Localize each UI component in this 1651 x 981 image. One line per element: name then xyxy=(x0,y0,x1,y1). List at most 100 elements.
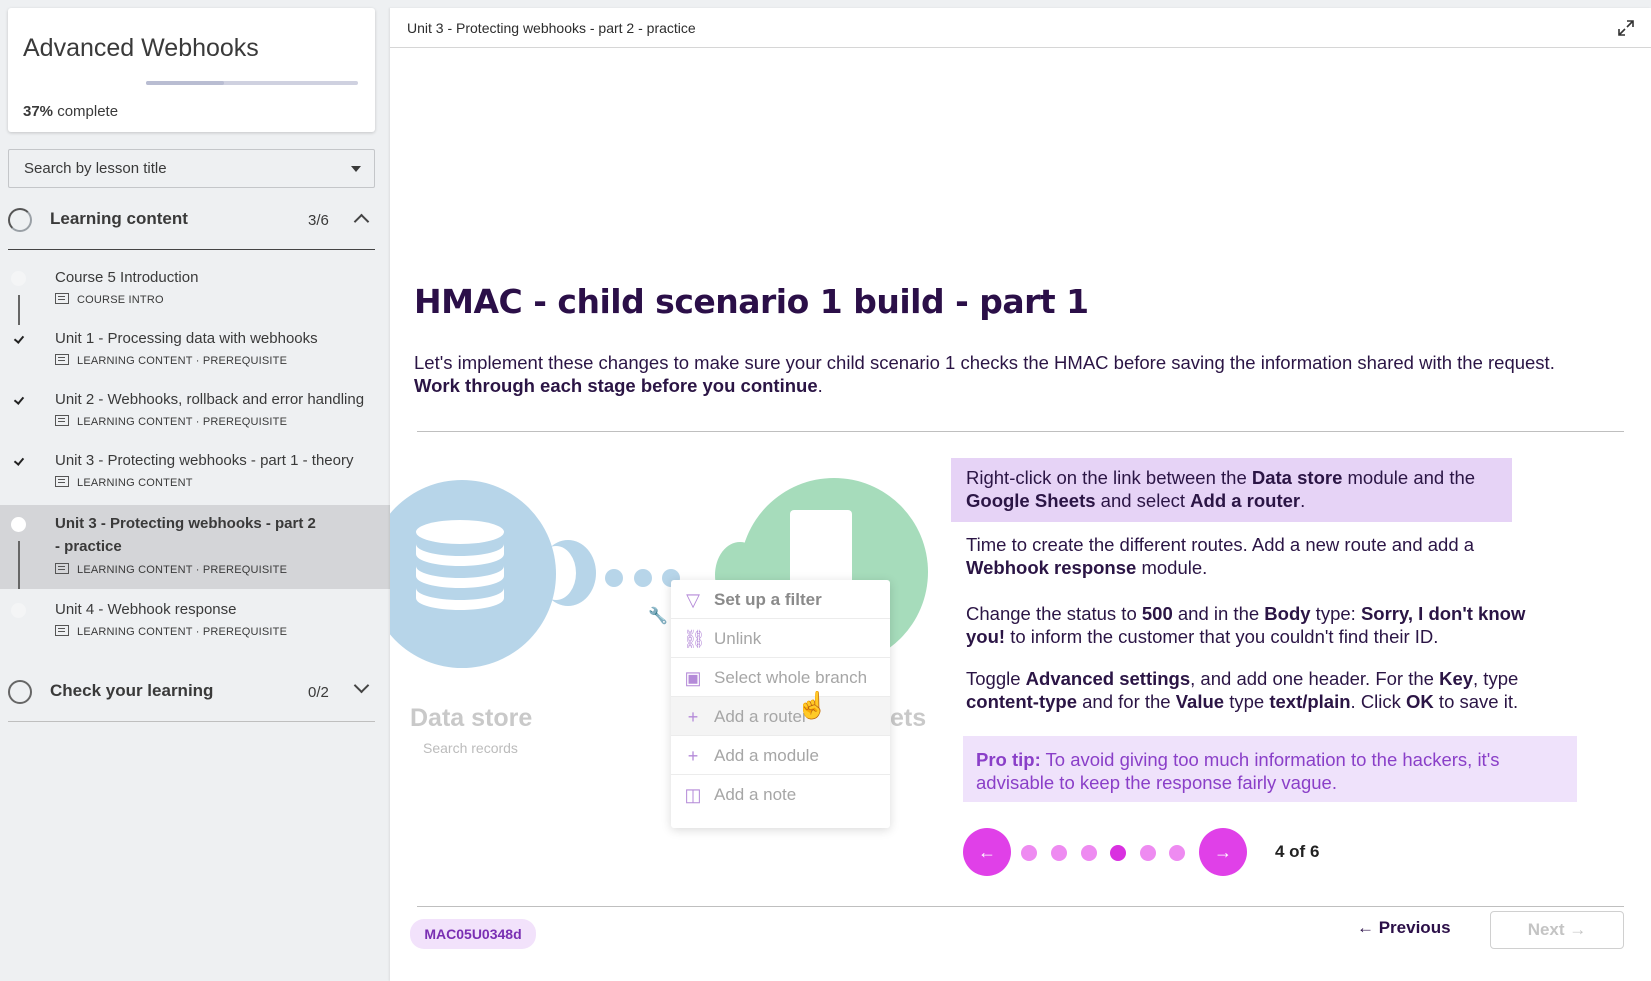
lesson-item-course-intro[interactable]: Course 5 Introduction COURSE INTRO xyxy=(0,262,390,325)
next-button[interactable]: Next → xyxy=(1490,911,1624,949)
section-check-your-learning[interactable]: Check your learning 0/2 xyxy=(8,666,375,722)
lesson-item-unit-3-part-2[interactable]: Unit 3 - Protecting webhooks - part 2 - … xyxy=(0,505,390,589)
sheets-label: ets xyxy=(890,704,927,732)
context-menu: ▽ Set up a filter ⛓ Unlink ▣ Select whol… xyxy=(671,580,890,828)
previous-button[interactable]: ← Previous xyxy=(1357,918,1451,938)
progress-suffix: complete xyxy=(53,103,119,120)
pro-tip-text: Pro tip: To avoid giving too much inform… xyxy=(976,749,1500,793)
lesson-title: Unit 2 - Webhooks, rollback and error ha… xyxy=(55,391,365,408)
arrow-left-icon: ← xyxy=(978,842,996,862)
menu-item-set-up-filter: ▽ Set up a filter xyxy=(671,580,890,619)
timeline-line xyxy=(18,295,20,325)
chevron-up-icon[interactable] xyxy=(353,213,370,230)
data-store-sublabel: Search records xyxy=(423,740,518,756)
lesson-code-badge: MAC05U0348d xyxy=(410,919,536,949)
current-lesson-dot-icon xyxy=(11,517,26,532)
document-icon xyxy=(55,293,69,304)
pager-count: 4 of 6 xyxy=(1275,842,1320,861)
lesson-meta: LEARNING CONTENT · PREREQUISITE xyxy=(55,563,287,576)
lesson-meta: LEARNING CONTENT · PREREQUISITE xyxy=(55,354,287,367)
intro-text: Let's implement these changes to make su… xyxy=(414,352,1555,373)
lesson-item-unit-1[interactable]: Unit 1 - Processing data with webhooks L… xyxy=(0,323,390,383)
lesson-meta-text: LEARNING CONTENT · PREREQUISITE xyxy=(77,355,288,367)
course-progress-bar xyxy=(146,81,358,85)
lesson-search-select[interactable]: Search by lesson title xyxy=(8,149,375,188)
intro-end: . xyxy=(817,375,823,396)
divider xyxy=(417,431,1624,432)
lesson-title: Unit 1 - Processing data with webhooks xyxy=(55,330,318,347)
lesson-meta-text: COURSE INTRO xyxy=(77,294,164,306)
note-icon: ◫ xyxy=(684,785,702,805)
pager-dot-current[interactable] xyxy=(1110,845,1126,861)
plus-icon: + xyxy=(687,746,699,766)
expand-icon[interactable] xyxy=(1618,20,1634,36)
pager-dot[interactable] xyxy=(1021,845,1037,861)
progress-ring-icon xyxy=(8,208,32,232)
section-count: 0/2 xyxy=(308,684,329,701)
timeline-line xyxy=(18,541,20,589)
pager-dot[interactable] xyxy=(1169,845,1185,861)
wrench-icon: 🔧 xyxy=(648,608,668,625)
menu-item-label: Add a note xyxy=(714,785,797,804)
breadcrumb: Unit 3 - Protecting webhooks - part 2 - … xyxy=(407,20,696,36)
section-title: Check your learning xyxy=(50,681,214,700)
chevron-down-icon[interactable] xyxy=(353,677,370,694)
course-title: Advanced Webhooks xyxy=(23,34,259,62)
status-dot-icon xyxy=(11,603,26,618)
pager-next-button[interactable]: → xyxy=(1199,828,1247,876)
pager-prev-button[interactable]: ← xyxy=(963,828,1011,876)
data-store-label: Data store xyxy=(410,704,533,732)
section-count: 3/6 xyxy=(308,212,329,229)
step-4-text: Toggle Advanced settings, and add one he… xyxy=(966,668,1519,712)
menu-item-add-router: + Add a router xyxy=(671,697,890,736)
branch-icon: ▣ xyxy=(684,668,702,688)
step-pager: ← → 4 of 6 xyxy=(963,828,1363,878)
step-3-text: Change the status to 500 and in the Body… xyxy=(966,603,1526,647)
section-divider xyxy=(8,249,375,250)
lesson-topbar: Unit 3 - Protecting webhooks - part 2 - … xyxy=(390,8,1651,48)
lesson-intro: Let's implement these changes to make su… xyxy=(414,351,1584,397)
intro-bold: Work through each stage before you conti… xyxy=(414,375,818,396)
step-2-text: Time to create the different routes. Add… xyxy=(966,534,1475,578)
lesson-meta-text: LEARNING CONTENT · PREREQUISITE xyxy=(77,564,288,576)
menu-item-select-branch: ▣ Select whole branch xyxy=(671,658,890,697)
filter-icon: ▽ xyxy=(686,590,700,610)
lesson-meta: COURSE INTRO xyxy=(55,293,164,306)
sheets-icon xyxy=(790,510,852,590)
slides-icon xyxy=(55,476,69,487)
lesson-meta: LEARNING CONTENT · PREREQUISITE xyxy=(55,415,287,428)
lesson-meta-text: LEARNING CONTENT · PREREQUISITE xyxy=(77,416,288,428)
slides-icon xyxy=(55,563,69,574)
checkmark-icon xyxy=(11,332,26,347)
section-learning-content[interactable]: Learning content 3/6 xyxy=(8,194,375,250)
checkmark-icon xyxy=(11,393,26,408)
menu-item-label: Add a module xyxy=(714,746,819,765)
lesson-meta: LEARNING CONTENT xyxy=(55,476,193,489)
pager-dot[interactable] xyxy=(1051,845,1067,861)
pager-dot[interactable] xyxy=(1140,845,1156,861)
lesson-item-unit-3-part-1[interactable]: Unit 3 - Protecting webhooks - part 1 - … xyxy=(0,445,390,505)
section-title: Learning content xyxy=(50,209,188,228)
lesson-content-panel: Unit 3 - Protecting webhooks - part 2 - … xyxy=(390,8,1651,981)
menu-item-add-note: ◫ Add a note xyxy=(671,775,890,814)
menu-item-label: Add a router xyxy=(714,707,808,726)
progress-ring-icon xyxy=(8,680,32,704)
plus-icon: + xyxy=(687,707,699,727)
lesson-title: Unit 3 - Protecting webhooks - part 1 - … xyxy=(55,452,354,469)
menu-item-label: Set up a filter xyxy=(714,590,822,609)
checkmark-icon xyxy=(11,454,26,469)
chevron-down-icon xyxy=(351,166,361,172)
pointer-hand-icon: ☝ xyxy=(796,690,829,720)
menu-item-label: Select whole branch xyxy=(714,668,868,687)
lesson-item-unit-2[interactable]: Unit 2 - Webhooks, rollback and error ha… xyxy=(0,384,390,444)
section-divider xyxy=(8,721,375,722)
lesson-search-placeholder: Search by lesson title xyxy=(24,160,167,177)
menu-item-label: Unlink xyxy=(714,629,762,648)
progress-text: 37% complete xyxy=(23,103,118,120)
arrow-right-icon: → xyxy=(1214,842,1232,862)
progress-value: 37% xyxy=(23,103,54,120)
lesson-item-unit-4[interactable]: Unit 4 - Webhook response LEARNING CONTE… xyxy=(0,589,390,649)
pager-dot[interactable] xyxy=(1081,845,1097,861)
course-progress-fill xyxy=(146,81,225,85)
menu-item-unlink: ⛓ Unlink xyxy=(671,619,890,658)
